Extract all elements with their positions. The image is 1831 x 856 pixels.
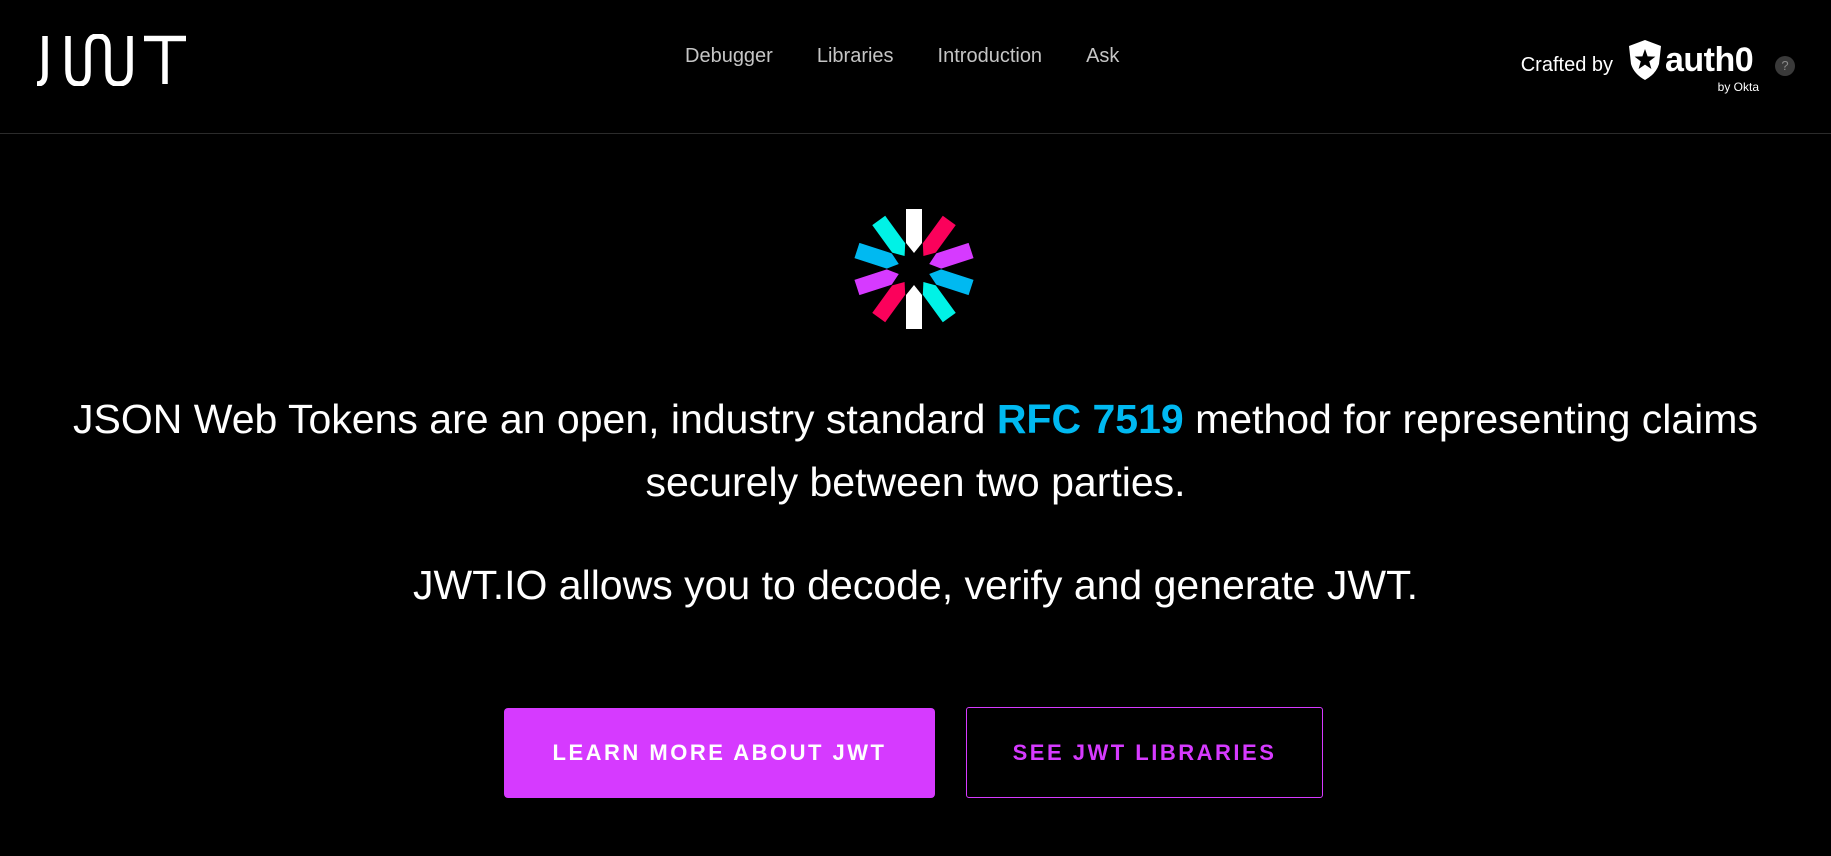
auth0-by-okta: by Okta: [1717, 80, 1759, 94]
auth0-logo-link[interactable]: auth0 by Okta: [1627, 38, 1761, 94]
auth0-shield-icon: [1629, 40, 1661, 80]
hero-headline: JSON Web Tokens are an open, industry st…: [40, 388, 1791, 514]
jwt-logo[interactable]: [36, 33, 188, 87]
emblem-spoke-white: [906, 285, 922, 329]
crafted-by-label: Crafted by: [1520, 54, 1613, 76]
help-icon[interactable]: ?: [1775, 56, 1795, 76]
nav-libraries[interactable]: Libraries: [817, 45, 894, 68]
nav-introduction[interactable]: Introduction: [938, 45, 1043, 68]
main-nav: Debugger Libraries Introduction Ask: [685, 45, 1163, 68]
emblem-spoke-white: [906, 209, 922, 253]
rfc-7519-link[interactable]: RFC 7519: [997, 396, 1184, 442]
crafted-by: Crafted by auth0 by Okta ?: [1521, 38, 1795, 98]
headline-text-before: JSON Web Tokens are an open, industry st…: [73, 396, 997, 442]
hero-subline: JWT.IO allows you to decode, verify and …: [413, 562, 1418, 608]
nav-debugger[interactable]: Debugger: [685, 45, 773, 68]
page: Debugger Libraries Introduction Ask Craf…: [0, 0, 1831, 856]
learn-more-button[interactable]: LEARN MORE ABOUT JWT: [504, 708, 935, 798]
nav-ask[interactable]: Ask: [1086, 45, 1119, 68]
site-header: Debugger Libraries Introduction Ask Craf…: [0, 0, 1831, 134]
see-libraries-button[interactable]: SEE JWT LIBRARIES: [966, 707, 1323, 798]
auth0-wordmark: auth0: [1665, 41, 1754, 79]
jwt-logo-icon: [36, 33, 186, 87]
jwt-emblem-icon: [854, 209, 974, 329]
